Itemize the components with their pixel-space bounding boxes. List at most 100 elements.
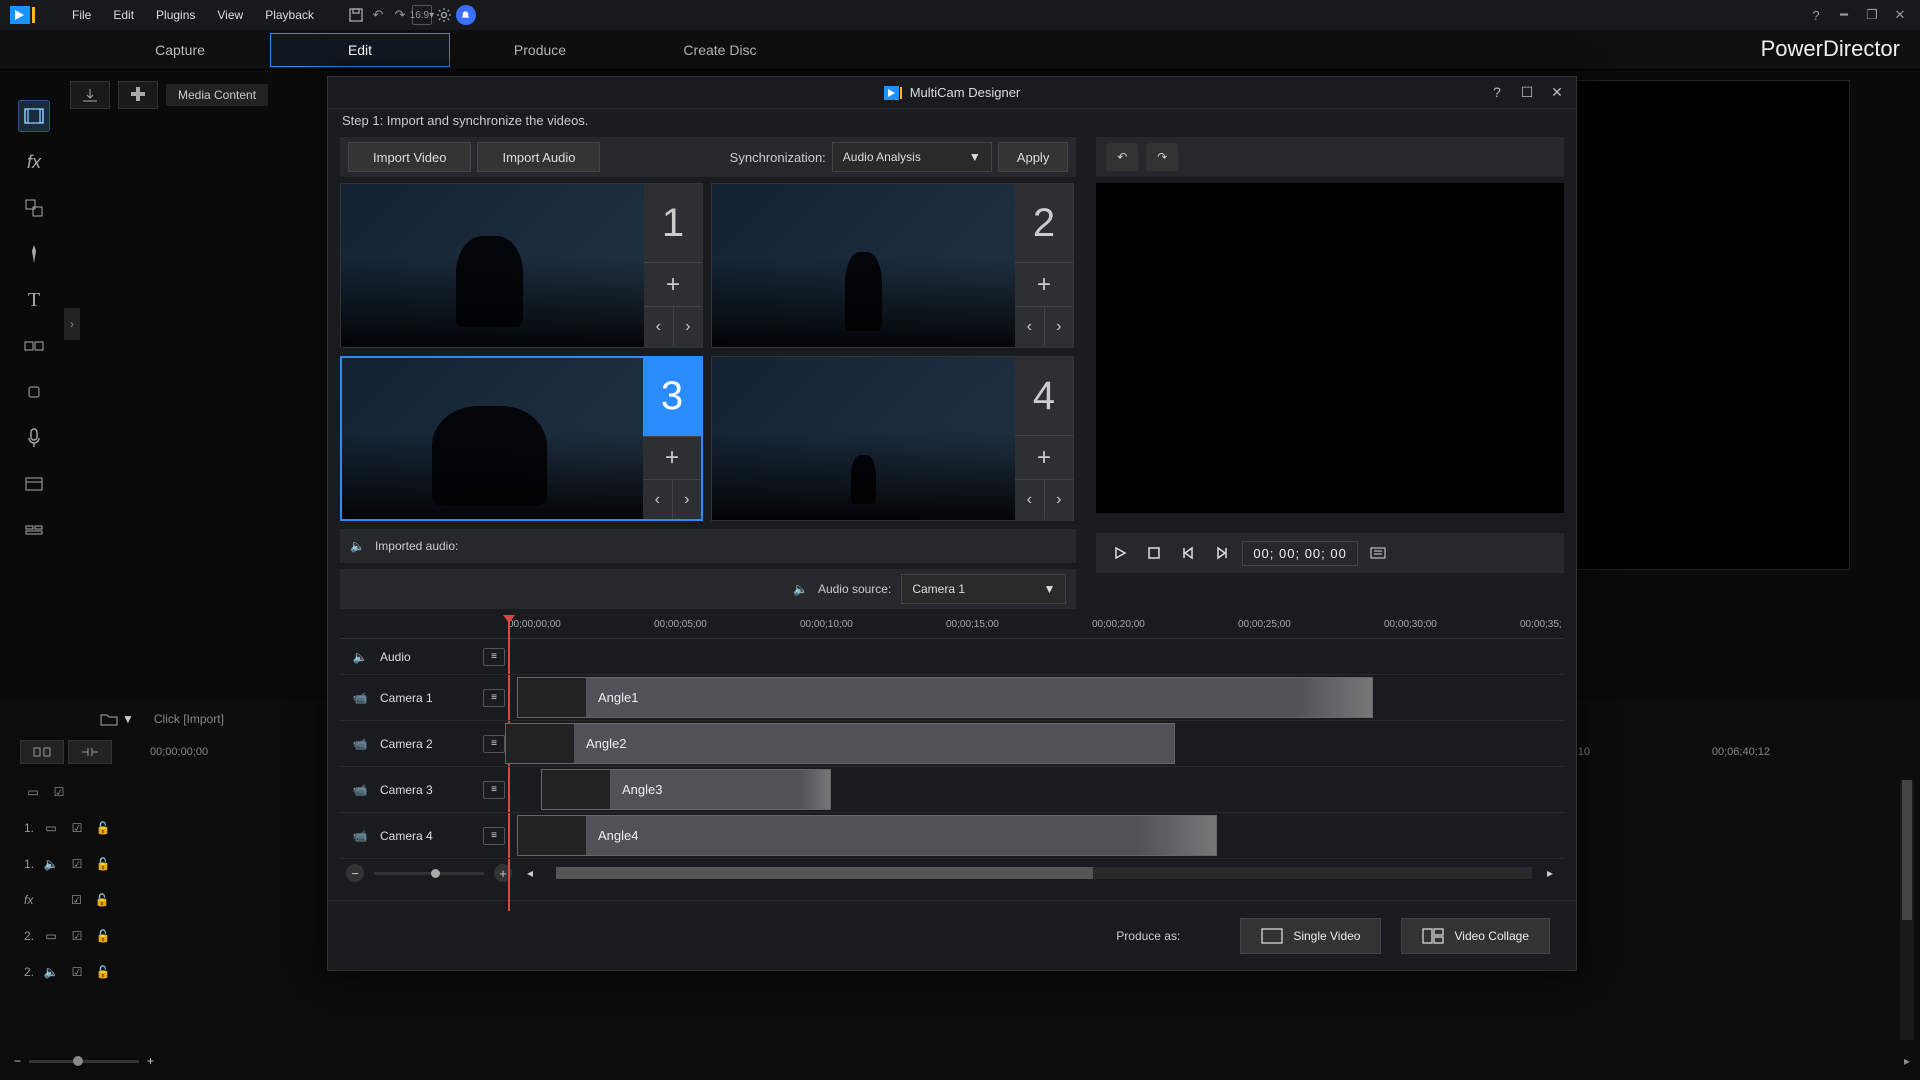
dialog-help-icon[interactable]: ? bbox=[1486, 81, 1508, 103]
import-video-button[interactable]: Import Video bbox=[348, 142, 471, 172]
plugins-icon[interactable] bbox=[118, 81, 158, 109]
camera-slot-1[interactable]: 1 + ‹› bbox=[340, 183, 703, 348]
checkbox-icon[interactable]: ☑ bbox=[67, 893, 85, 907]
stop-icon[interactable] bbox=[1140, 539, 1168, 567]
next-icon[interactable]: › bbox=[1045, 480, 1074, 519]
checkbox-icon[interactable]: ☑ bbox=[68, 857, 86, 871]
tab-create-disc[interactable]: Create Disc bbox=[630, 34, 810, 66]
dialog-ruler[interactable]: 00;00;00;00 00;00;05;00 00;00;10;00 00;0… bbox=[340, 619, 1564, 639]
camera-slot-2[interactable]: 2 + ‹› bbox=[711, 183, 1074, 348]
menu-file[interactable]: File bbox=[62, 4, 101, 26]
preview-options-icon[interactable] bbox=[1364, 539, 1392, 567]
add-source-icon[interactable]: + bbox=[643, 436, 701, 480]
menu-plugins[interactable]: Plugins bbox=[146, 4, 205, 26]
timecode-display[interactable]: 00; 00; 00; 00 bbox=[1242, 541, 1358, 566]
add-source-icon[interactable]: + bbox=[644, 262, 702, 306]
undo-icon[interactable]: ↶ bbox=[1106, 143, 1138, 171]
prev-frame-icon[interactable] bbox=[1174, 539, 1202, 567]
zoom-out-icon[interactable]: − bbox=[346, 864, 364, 882]
timeline-tool-1[interactable] bbox=[20, 740, 64, 764]
next-icon[interactable]: › bbox=[674, 307, 703, 346]
track-options-icon[interactable]: ≡ bbox=[483, 781, 505, 799]
import-audio-button[interactable]: Import Audio bbox=[477, 142, 600, 172]
save-icon[interactable] bbox=[346, 5, 366, 25]
voiceover-room-icon[interactable] bbox=[18, 422, 50, 454]
tab-capture[interactable]: Capture bbox=[90, 34, 270, 66]
maximize-icon[interactable]: ❐ bbox=[1862, 5, 1882, 25]
undo-icon[interactable]: ↶ bbox=[368, 5, 388, 25]
hscroll-left-icon[interactable]: ◂ bbox=[522, 866, 538, 880]
video-collage-button[interactable]: Video Collage bbox=[1401, 918, 1550, 954]
import-media-icon[interactable] bbox=[70, 81, 110, 109]
hscrollbar[interactable] bbox=[556, 867, 1532, 879]
dialog-maximize-icon[interactable]: ☐ bbox=[1516, 81, 1538, 103]
track-options-icon[interactable]: ≡ bbox=[483, 648, 505, 666]
lock-icon[interactable]: 🔓 bbox=[94, 929, 112, 943]
prev-icon[interactable]: ‹ bbox=[643, 480, 673, 519]
menu-edit[interactable]: Edit bbox=[103, 4, 144, 26]
aspect-ratio-dropdown[interactable]: 16:9▾ bbox=[412, 5, 432, 25]
lock-icon[interactable]: 🔓 bbox=[94, 857, 112, 871]
checkbox-icon[interactable]: ☑ bbox=[50, 785, 68, 799]
play-icon[interactable] bbox=[1106, 539, 1134, 567]
hscroll-right-icon[interactable]: ▸ bbox=[1542, 866, 1558, 880]
prev-icon[interactable]: ‹ bbox=[1015, 307, 1045, 346]
minimize-icon[interactable]: ━ bbox=[1834, 5, 1854, 25]
redo-icon[interactable]: ↷ bbox=[390, 5, 410, 25]
add-source-icon[interactable]: + bbox=[1015, 262, 1073, 306]
track-options-icon[interactable]: ≡ bbox=[483, 735, 505, 753]
subtitle-room-icon[interactable] bbox=[18, 514, 50, 546]
sync-dropdown[interactable]: Audio Analysis▼ bbox=[832, 142, 992, 172]
tab-produce[interactable]: Produce bbox=[450, 34, 630, 66]
timeline-vscroll[interactable] bbox=[1900, 780, 1914, 1040]
zoom-in-icon[interactable]: + bbox=[147, 1054, 154, 1068]
add-source-icon[interactable]: + bbox=[1015, 435, 1073, 479]
next-frame-icon[interactable] bbox=[1208, 539, 1236, 567]
zoom-out-icon[interactable]: − bbox=[14, 1054, 21, 1068]
single-video-button[interactable]: Single Video bbox=[1240, 918, 1381, 954]
tab-edit[interactable]: Edit bbox=[270, 33, 450, 67]
camera-slot-3[interactable]: 3 + ‹› bbox=[340, 356, 703, 521]
clip-angle4[interactable]: Angle4 bbox=[517, 815, 1217, 856]
prev-icon[interactable]: ‹ bbox=[644, 307, 674, 346]
audio-room-icon[interactable] bbox=[18, 376, 50, 408]
fx-room-icon[interactable]: fx bbox=[18, 146, 50, 178]
audio-lane[interactable] bbox=[505, 639, 1564, 674]
apply-button[interactable]: Apply bbox=[998, 142, 1069, 172]
checkbox-icon[interactable]: ☑ bbox=[68, 821, 86, 835]
pip-room-icon[interactable] bbox=[18, 192, 50, 224]
zoom-slider[interactable] bbox=[374, 872, 484, 875]
clip-angle2[interactable]: Angle2 bbox=[505, 723, 1175, 764]
particle-room-icon[interactable] bbox=[18, 238, 50, 270]
zoom-slider[interactable] bbox=[29, 1060, 139, 1063]
expand-panel-icon[interactable]: › bbox=[64, 308, 80, 340]
title-room-icon[interactable]: T bbox=[18, 284, 50, 316]
lock-icon[interactable]: 🔓 bbox=[93, 893, 111, 907]
prev-icon[interactable]: ‹ bbox=[1015, 480, 1045, 519]
audio-source-dropdown[interactable]: Camera 1▼ bbox=[901, 574, 1066, 604]
help-icon[interactable]: ? bbox=[1806, 5, 1826, 25]
transition-room-icon[interactable] bbox=[18, 330, 50, 362]
lock-icon[interactable]: 🔓 bbox=[94, 821, 112, 835]
chapter-room-icon[interactable] bbox=[18, 468, 50, 500]
lock-icon[interactable]: 🔓 bbox=[94, 965, 112, 979]
checkbox-icon[interactable]: ☑ bbox=[68, 965, 86, 979]
timeline-tool-2[interactable] bbox=[68, 740, 112, 764]
library-tab-media[interactable]: Media Content bbox=[166, 84, 268, 106]
dialog-close-icon[interactable]: ✕ bbox=[1546, 81, 1568, 103]
menu-playback[interactable]: Playback bbox=[255, 4, 324, 26]
next-icon[interactable]: › bbox=[673, 480, 702, 519]
menu-view[interactable]: View bbox=[207, 4, 253, 26]
camera-slot-4[interactable]: 4 + ‹› bbox=[711, 356, 1074, 521]
redo-icon[interactable]: ↷ bbox=[1146, 143, 1178, 171]
notifications-icon[interactable] bbox=[456, 5, 476, 25]
track-options-icon[interactable]: ≡ bbox=[483, 827, 505, 845]
checkbox-icon[interactable]: ☑ bbox=[68, 929, 86, 943]
close-icon[interactable]: ✕ bbox=[1890, 5, 1910, 25]
clip-angle1[interactable]: Angle1 bbox=[517, 677, 1373, 718]
folder-dropdown-icon[interactable]: ▼ bbox=[100, 712, 134, 726]
next-icon[interactable]: › bbox=[1045, 307, 1074, 346]
settings-icon[interactable] bbox=[434, 5, 454, 25]
timeline-scroll-right-icon[interactable]: ▸ bbox=[1904, 1054, 1910, 1068]
clip-angle3[interactable]: Angle3 bbox=[541, 769, 831, 810]
